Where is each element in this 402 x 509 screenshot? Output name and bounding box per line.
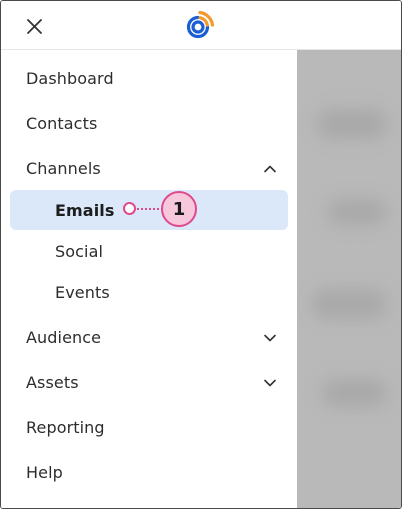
close-icon [27,19,42,34]
nav-item-assets[interactable]: Assets [1,362,297,402]
chevron-down-icon [264,334,276,342]
app-frame: Dashboard Contacts Channels Emails 1 Soc… [0,0,402,509]
nav-item-dashboard[interactable]: Dashboard [1,58,297,98]
callout-dot [123,202,136,215]
nav-item-help[interactable]: Help [1,452,297,492]
nav-item-reporting[interactable]: Reporting [1,407,297,447]
nav-item-contacts[interactable]: Contacts [1,103,297,143]
nav-label: Channels [26,158,101,178]
nav-label: Events [55,282,110,302]
nav-label: Audience [26,327,102,347]
callout-connector [137,208,159,210]
nav-item-audience[interactable]: Audience [1,317,297,357]
close-button[interactable] [21,13,47,39]
nav-drawer: Dashboard Contacts Channels Emails 1 Soc… [1,50,297,508]
nav-label: Dashboard [26,68,114,88]
nav-subitem-emails[interactable]: Emails 1 [10,190,288,230]
chevron-up-icon [264,165,276,173]
nav-subitem-events[interactable]: Events [1,272,297,312]
nav-label: Help [26,462,63,482]
constant-contact-logo-icon[interactable] [181,8,217,44]
nav-label: Assets [26,372,79,392]
nav-label: Social [55,241,104,261]
nav-label: Reporting [26,417,105,437]
chevron-down-icon [264,379,276,387]
nav-label: Contacts [26,113,98,133]
callout-badge: 1 [161,191,197,227]
page-backdrop-overlay[interactable] [297,49,401,508]
nav-subitem-social[interactable]: Social [1,231,297,271]
nav-item-channels[interactable]: Channels [1,148,297,188]
nav-label: Emails [55,200,115,220]
top-bar [1,1,401,50]
